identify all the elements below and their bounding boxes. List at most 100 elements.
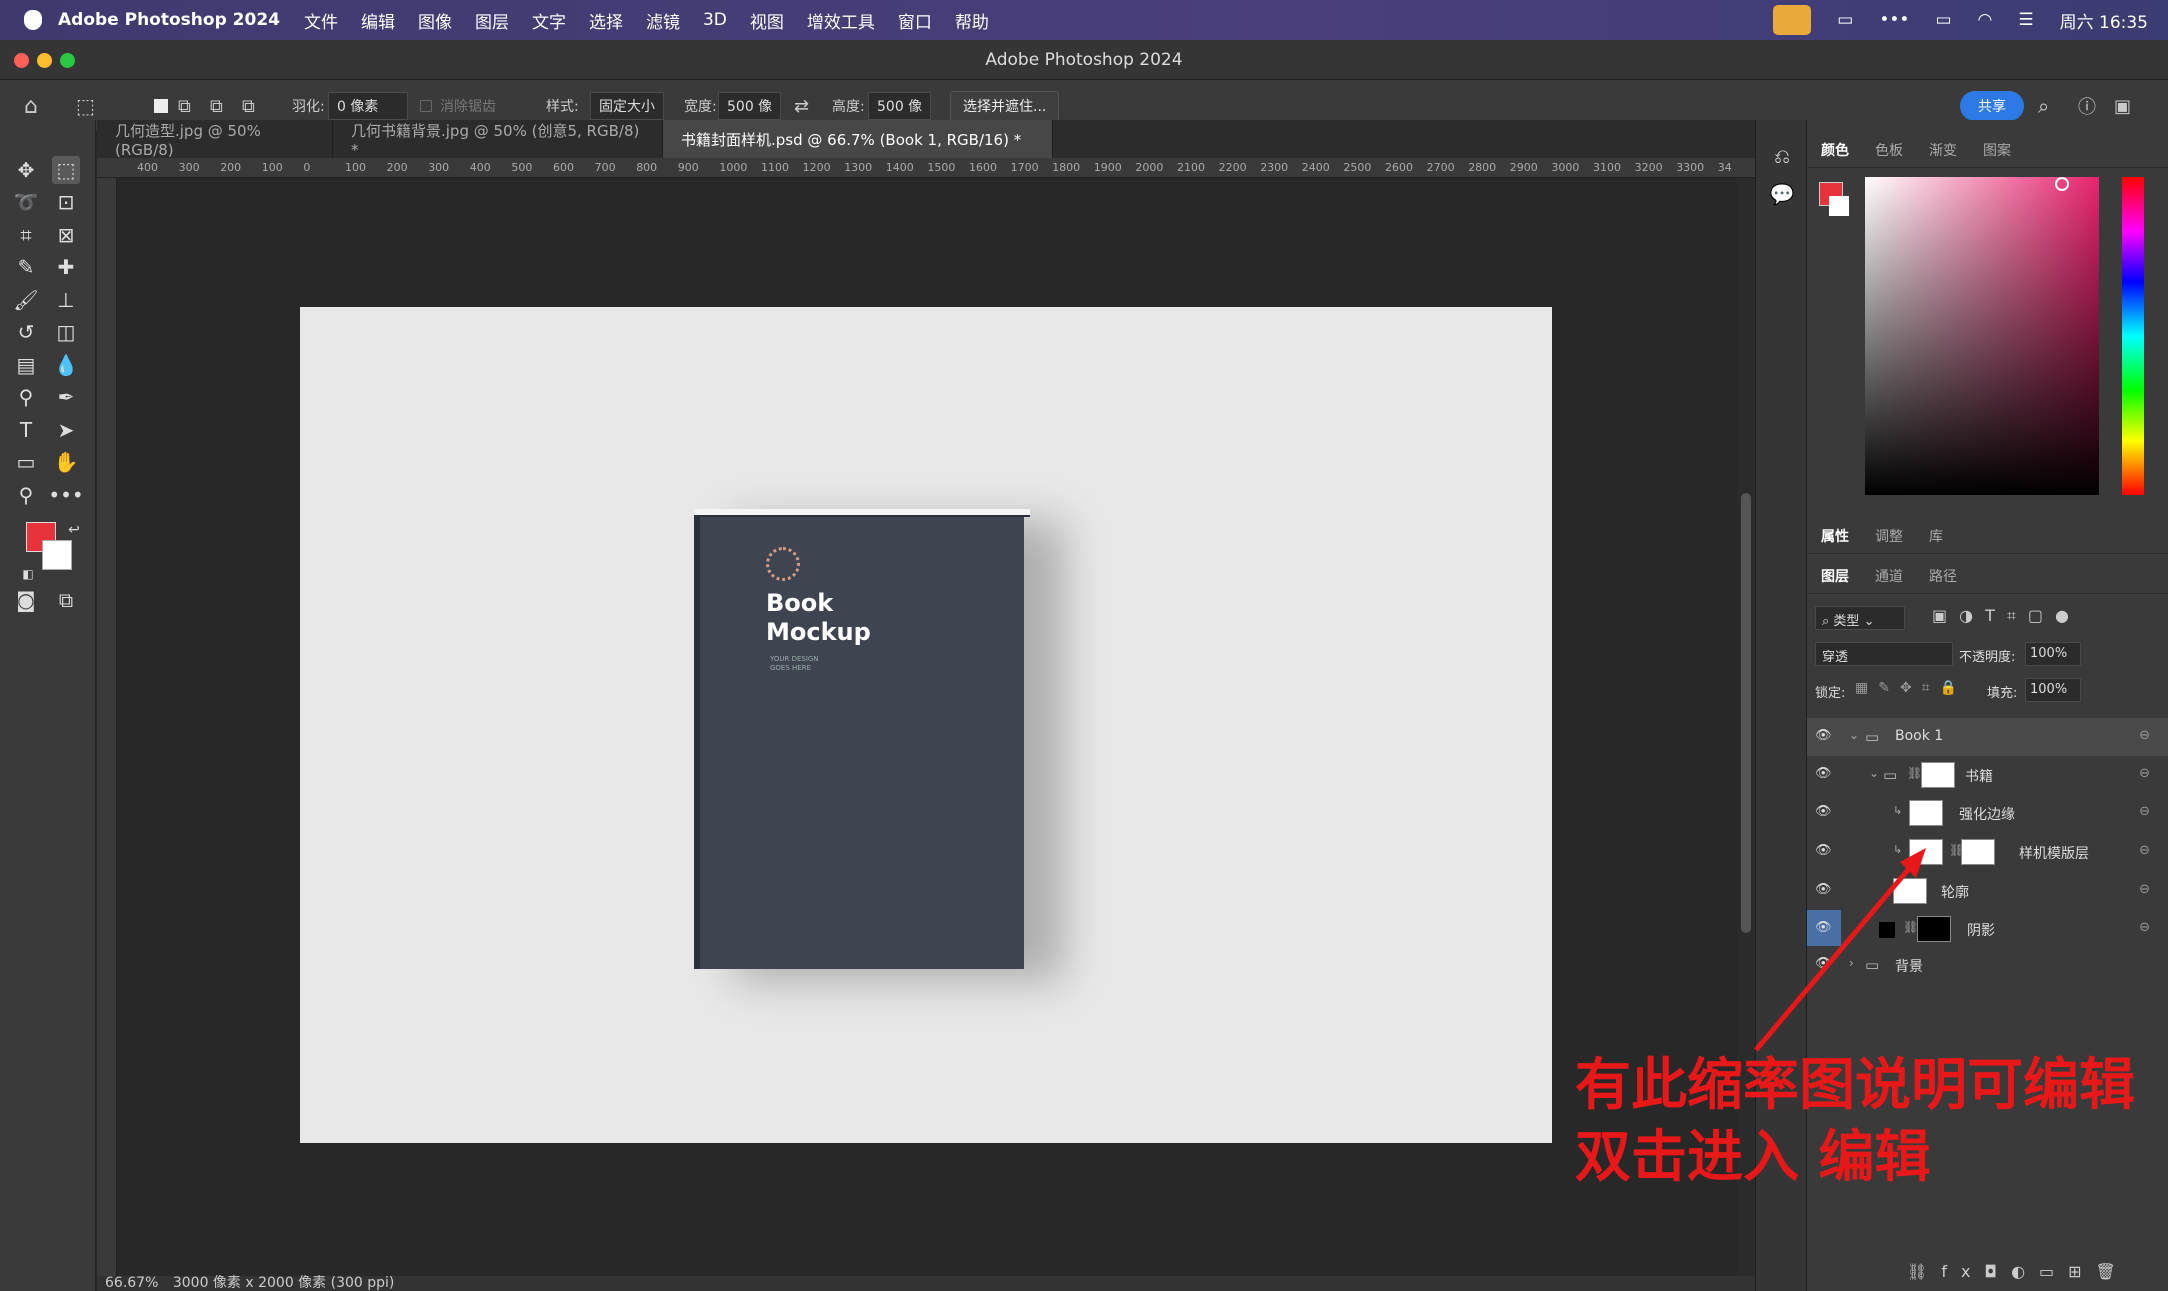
tab-swatches[interactable]: 色板 bbox=[1875, 140, 1903, 160]
tab-document[interactable]: 几何造型.jpg @ 50%(RGB/8) bbox=[97, 120, 333, 159]
layer-mask-thumbnail[interactable] bbox=[1921, 762, 1955, 788]
swap-colors-icon[interactable]: ↩ bbox=[60, 516, 88, 544]
frame-tool-icon[interactable]: ⊠ bbox=[52, 221, 80, 249]
height-input[interactable]: 500 像 bbox=[868, 92, 932, 120]
layer-filter-icons[interactable]: ▣◑T⌗▢● bbox=[1932, 606, 2081, 626]
display-icon[interactable]: ▭ bbox=[1837, 10, 1853, 30]
quick-mask-icon[interactable]: ◙ bbox=[12, 586, 40, 614]
tab-properties[interactable]: 属性 bbox=[1821, 526, 1849, 546]
rectangle-tool-icon[interactable]: ▭ bbox=[12, 448, 40, 476]
blur-tool-icon[interactable]: 💧 bbox=[52, 351, 80, 379]
default-colors-icon[interactable]: ◧ bbox=[14, 560, 42, 588]
document-canvas[interactable]: Book Mockup YOUR DESIGN GOES HERE bbox=[300, 307, 1552, 1143]
tab-document-active[interactable]: 书籍封面样机.psd @ 66.7% (Book 1, RGB/16) * bbox=[663, 120, 1053, 158]
style-select[interactable]: 固定大小 bbox=[590, 92, 664, 120]
eye-icon[interactable]: 👁 bbox=[1815, 728, 1835, 743]
menu-layer[interactable]: 图层 bbox=[475, 8, 509, 33]
screen-mode-icon[interactable]: ⧉ bbox=[52, 586, 80, 614]
battery-icon[interactable]: ▭ bbox=[1935, 10, 1951, 30]
lasso-tool-icon[interactable]: ➰ bbox=[12, 188, 40, 216]
layer-mask-thumbnail[interactable] bbox=[1961, 839, 1995, 865]
book-mockup[interactable]: Book Mockup YOUR DESIGN GOES HERE bbox=[694, 509, 1030, 969]
menu-edit[interactable]: 编辑 bbox=[361, 8, 395, 33]
chevron-down-icon[interactable]: ⌄ bbox=[1849, 728, 1859, 742]
tab-adjustments[interactable]: 调整 bbox=[1875, 526, 1903, 546]
link-icon[interactable]: ⊖ bbox=[2139, 882, 2150, 897]
fill-input[interactable]: 100% bbox=[2025, 678, 2081, 702]
healing-brush-tool-icon[interactable]: ✚ bbox=[52, 253, 80, 281]
brush-tool-icon[interactable]: 🖌 bbox=[12, 286, 40, 314]
link-icon[interactable]: ⊖ bbox=[2139, 766, 2150, 781]
menu-window[interactable]: 窗口 bbox=[898, 8, 932, 33]
comments-panel-icon[interactable]: 💬 bbox=[1768, 180, 1796, 208]
share-button[interactable]: 共享 bbox=[1960, 91, 2024, 121]
panel-background-swatch[interactable] bbox=[1829, 196, 1849, 216]
more-icon[interactable]: ••• bbox=[1879, 10, 1909, 30]
lock-icons[interactable]: ▦✎✥⌗🔒 bbox=[1855, 680, 1967, 696]
feather-input[interactable]: 0 像素 bbox=[328, 92, 408, 120]
menu-filter[interactable]: 滤镜 bbox=[646, 8, 680, 33]
apple-icon[interactable] bbox=[24, 10, 42, 30]
document-info[interactable]: 3000 像素 x 2000 像素 (300 ppi) bbox=[173, 1275, 395, 1291]
history-panel-icon[interactable]: ⎌ bbox=[1768, 142, 1796, 170]
tab-document[interactable]: 几何书籍背景.jpg @ 50% (创意5, RGB/8) * bbox=[333, 120, 663, 159]
layer-row-enhance-edges[interactable]: 👁 ↳ 强化边缘 ⊖ bbox=[1807, 794, 2168, 832]
type-tool-icon[interactable]: T bbox=[12, 416, 40, 444]
link-icon[interactable]: ⊖ bbox=[2139, 843, 2150, 858]
gradient-tool-icon[interactable]: ▤ bbox=[12, 351, 40, 379]
menu-type[interactable]: 文字 bbox=[532, 8, 566, 33]
opacity-input[interactable]: 100% bbox=[2025, 642, 2081, 666]
menu-3d[interactable]: 3D bbox=[703, 10, 727, 30]
zoom-tool-icon[interactable]: ⚲ bbox=[12, 481, 40, 509]
tab-channels[interactable]: 通道 bbox=[1875, 566, 1903, 586]
menu-select[interactable]: 选择 bbox=[589, 8, 623, 33]
menu-plugins[interactable]: 增效工具 bbox=[807, 8, 875, 33]
eye-icon[interactable]: 👁 bbox=[1815, 766, 1835, 781]
more-tools-icon[interactable]: ••• bbox=[48, 481, 83, 509]
tab-libraries[interactable]: 库 bbox=[1929, 526, 1943, 546]
hand-tool-icon[interactable]: ✋ bbox=[52, 448, 80, 476]
menu-help[interactable]: 帮助 bbox=[955, 8, 989, 33]
link-icon[interactable]: ⊖ bbox=[2139, 920, 2150, 935]
clock[interactable]: 周六 16:35 bbox=[2060, 8, 2148, 33]
tab-layers[interactable]: 图层 bbox=[1821, 566, 1849, 586]
tab-color[interactable]: 颜色 bbox=[1821, 140, 1849, 160]
blend-mode-select[interactable]: 穿透 bbox=[1815, 642, 1953, 666]
app-name[interactable]: Adobe Photoshop 2024 bbox=[58, 10, 280, 30]
link-icon[interactable]: ⊖ bbox=[2139, 804, 2150, 819]
eraser-tool-icon[interactable]: ◫ bbox=[52, 318, 80, 346]
menu-view[interactable]: 视图 bbox=[750, 8, 784, 33]
color-picker-cursor[interactable] bbox=[2055, 177, 2069, 191]
menu-file[interactable]: 文件 bbox=[304, 8, 338, 33]
stamp-tool-icon[interactable]: ⊥ bbox=[52, 286, 80, 314]
wifi-icon[interactable]: ◠ bbox=[1978, 10, 1993, 30]
width-input[interactable]: 500 像 bbox=[718, 92, 782, 120]
layer-row-book-group[interactable]: 👁 ⌄ ▭ ⛓ 书籍 ⊖ bbox=[1807, 756, 2168, 794]
path-select-tool-icon[interactable]: ➤ bbox=[52, 416, 80, 444]
menu-image[interactable]: 图像 bbox=[418, 8, 452, 33]
hue-slider[interactable] bbox=[2122, 177, 2144, 495]
marquee-tool-icon[interactable]: ⬚ bbox=[52, 156, 80, 184]
layer-row-book1[interactable]: 👁 ⌄ ▭ Book 1 ⊖ bbox=[1807, 718, 2168, 756]
zoom-level[interactable]: 66.67% bbox=[105, 1275, 158, 1291]
layer-bottom-actions[interactable]: ⛓fx◘◐▭⊞🗑 bbox=[1907, 1262, 2130, 1281]
color-picker-field[interactable] bbox=[1865, 177, 2099, 495]
eye-icon[interactable]: 👁 bbox=[1815, 804, 1835, 819]
crop-tool-icon[interactable]: ⌗ bbox=[12, 221, 40, 249]
eyedropper-tool-icon[interactable]: ✎ bbox=[12, 253, 40, 281]
tab-patterns[interactable]: 图案 bbox=[1983, 140, 2011, 160]
history-brush-tool-icon[interactable]: ↺ bbox=[12, 318, 40, 346]
chevron-down-icon[interactable]: ⌄ bbox=[1869, 766, 1879, 780]
microphone-icon[interactable] bbox=[1773, 5, 1812, 35]
move-tool-icon[interactable]: ✥ bbox=[12, 156, 40, 184]
layer-thumbnail[interactable] bbox=[1909, 800, 1943, 826]
tab-paths[interactable]: 路径 bbox=[1929, 566, 1957, 586]
object-select-tool-icon[interactable]: ⊡ bbox=[52, 188, 80, 216]
select-and-mask-button[interactable]: 选择并遮住... bbox=[950, 91, 1060, 121]
pen-tool-icon[interactable]: ✒ bbox=[52, 383, 80, 411]
link-icon[interactable]: ⊖ bbox=[2139, 728, 2150, 743]
layer-filter-select[interactable]: ⌕ 类型 ⌄ bbox=[1815, 606, 1905, 630]
background-color-swatch[interactable] bbox=[42, 540, 72, 570]
tab-gradients[interactable]: 渐变 bbox=[1929, 140, 1957, 160]
dodge-tool-icon[interactable]: ⚲ bbox=[12, 383, 40, 411]
